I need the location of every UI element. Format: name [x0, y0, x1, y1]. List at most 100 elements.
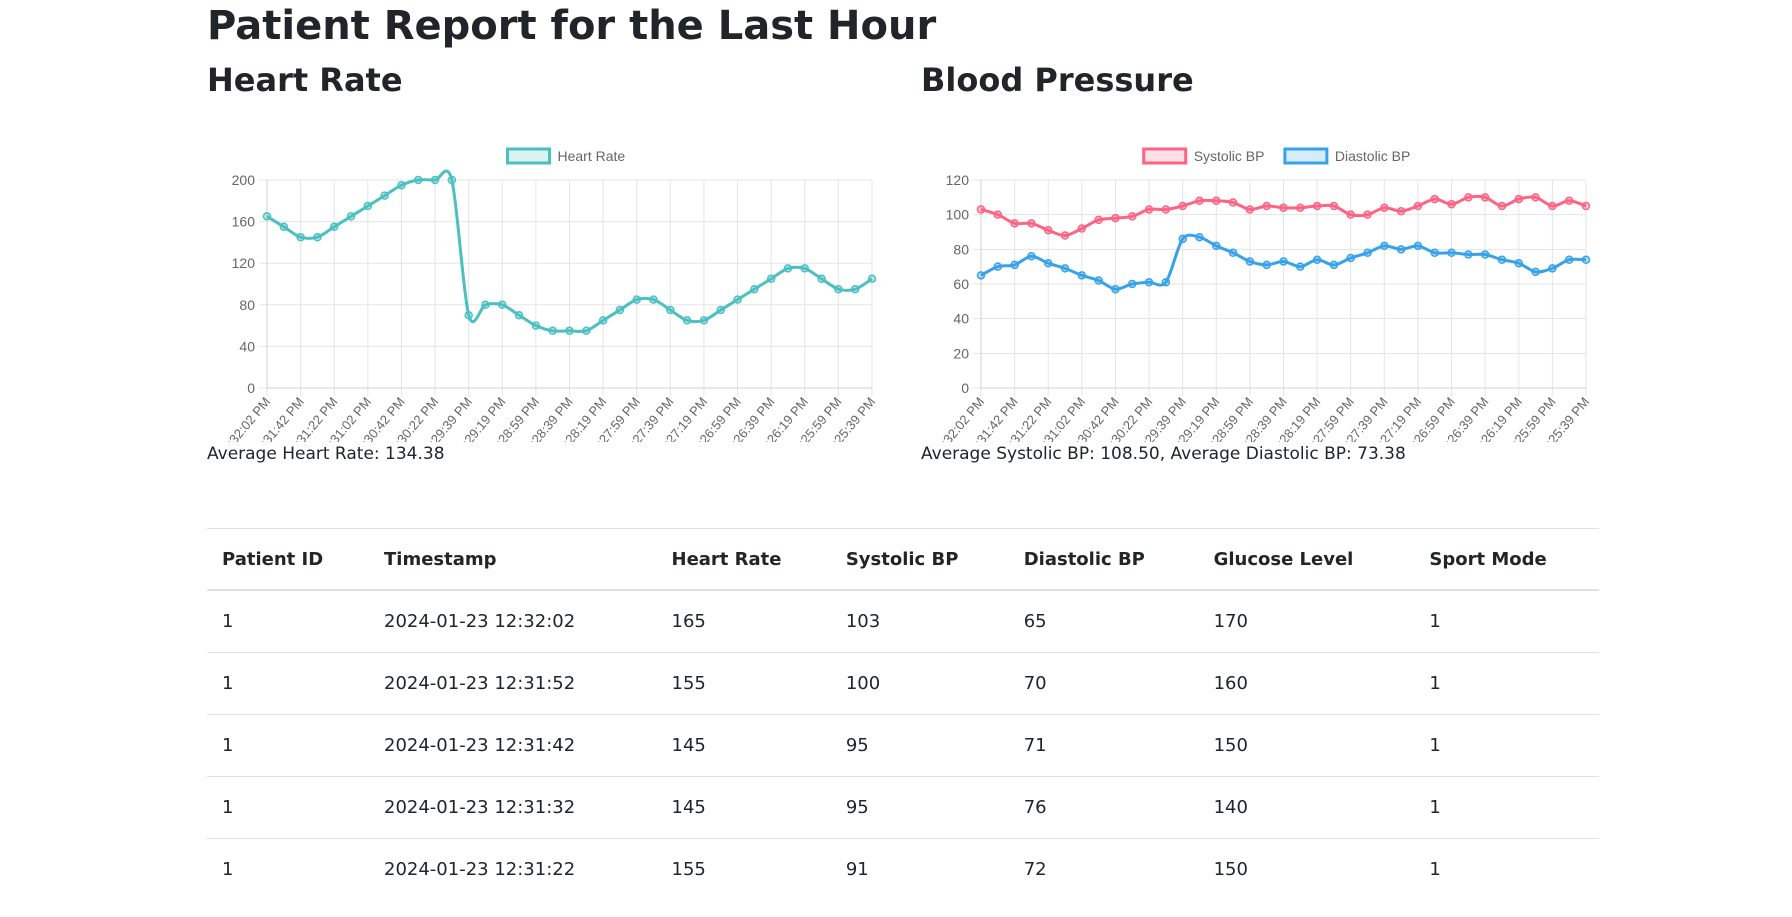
data-point[interactable]: [1228, 248, 1238, 258]
data-point[interactable]: [1212, 196, 1221, 206]
data-point[interactable]: [1262, 260, 1271, 270]
data-point[interactable]: [1531, 193, 1540, 202]
data-point[interactable]: [1548, 201, 1557, 211]
data-point[interactable]: [313, 232, 322, 242]
data-point[interactable]: [279, 222, 289, 232]
data-point[interactable]: [1447, 248, 1456, 258]
data-point[interactable]: [1245, 257, 1255, 266]
data-point[interactable]: [1144, 278, 1154, 287]
data-point[interactable]: [262, 212, 272, 221]
data-point[interactable]: [1497, 201, 1507, 211]
data-point[interactable]: [817, 274, 826, 284]
data-point[interactable]: [1464, 250, 1473, 259]
data-point[interactable]: [481, 300, 490, 310]
data-point[interactable]: [565, 326, 574, 336]
data-point[interactable]: [1548, 264, 1557, 273]
data-point[interactable]: [1161, 205, 1171, 214]
data-point[interactable]: [1144, 205, 1154, 214]
data-point[interactable]: [632, 295, 641, 304]
data-point[interactable]: [430, 175, 440, 185]
data-point[interactable]: [1195, 196, 1204, 206]
data-point[interactable]: [649, 295, 658, 304]
data-point[interactable]: [464, 310, 473, 320]
data-point[interactable]: [1413, 241, 1423, 251]
data-point[interactable]: [447, 175, 457, 185]
data-point[interactable]: [1430, 248, 1439, 258]
data-point[interactable]: [363, 201, 373, 211]
data-point[interactable]: [750, 284, 759, 294]
data-point[interactable]: [834, 284, 843, 294]
data-point[interactable]: [1195, 232, 1204, 242]
data-point[interactable]: [1514, 258, 1524, 268]
data-point[interactable]: [1514, 194, 1524, 204]
data-point[interactable]: [1564, 196, 1574, 206]
data-point[interactable]: [800, 264, 810, 273]
data-point[interactable]: [1245, 205, 1255, 214]
data-point[interactable]: [1212, 241, 1221, 251]
data-point[interactable]: [1396, 245, 1406, 254]
data-point[interactable]: [1581, 201, 1591, 211]
data-point[interactable]: [766, 274, 776, 284]
data-point[interactable]: [1077, 224, 1087, 233]
data-point[interactable]: [1060, 231, 1070, 240]
data-point[interactable]: [1010, 260, 1019, 270]
data-point[interactable]: [1396, 206, 1406, 216]
data-point[interactable]: [1128, 279, 1137, 289]
data-point[interactable]: [976, 205, 986, 214]
data-point[interactable]: [1564, 255, 1574, 264]
data-point[interactable]: [976, 271, 986, 280]
legend-item[interactable]: Systolic BP: [1142, 147, 1265, 165]
data-point[interactable]: [1296, 203, 1305, 212]
data-point[interactable]: [1228, 198, 1238, 207]
data-point[interactable]: [1010, 219, 1019, 228]
data-point[interactable]: [514, 310, 524, 320]
data-point[interactable]: [1312, 201, 1322, 211]
data-point[interactable]: [1161, 278, 1171, 287]
data-point[interactable]: [850, 284, 860, 294]
data-point[interactable]: [346, 212, 356, 221]
data-point[interactable]: [1413, 201, 1423, 211]
data-point[interactable]: [1329, 201, 1339, 211]
data-point[interactable]: [1111, 213, 1120, 223]
data-point[interactable]: [699, 316, 709, 325]
data-point[interactable]: [1128, 212, 1137, 221]
data-point[interactable]: [1497, 255, 1507, 264]
data-point[interactable]: [1043, 258, 1053, 268]
data-point[interactable]: [1178, 234, 1187, 244]
data-point[interactable]: [1262, 201, 1271, 211]
data-point[interactable]: [1447, 200, 1456, 209]
data-point[interactable]: [397, 180, 406, 190]
data-point[interactable]: [1430, 194, 1439, 204]
data-point[interactable]: [1077, 271, 1087, 280]
data-point[interactable]: [733, 295, 742, 304]
data-point[interactable]: [1531, 267, 1540, 277]
data-point[interactable]: [615, 305, 625, 315]
data-point[interactable]: [1060, 264, 1070, 273]
data-point[interactable]: [1363, 248, 1372, 258]
data-point[interactable]: [531, 321, 541, 330]
data-point[interactable]: [1094, 276, 1103, 285]
data-point[interactable]: [548, 326, 557, 336]
data-point[interactable]: [993, 262, 1003, 271]
data-point[interactable]: [1027, 252, 1036, 261]
data-point[interactable]: [993, 210, 1003, 219]
data-point[interactable]: [867, 274, 877, 284]
data-point[interactable]: [716, 305, 725, 315]
legend-item[interactable]: Heart Rate: [506, 147, 626, 165]
data-point[interactable]: [598, 316, 608, 325]
data-point[interactable]: [1279, 203, 1288, 212]
data-point[interactable]: [1363, 210, 1372, 219]
legend-item[interactable]: Diastolic BP: [1283, 147, 1410, 165]
data-point[interactable]: [783, 264, 793, 273]
data-point[interactable]: [329, 222, 339, 232]
data-point[interactable]: [1279, 257, 1288, 266]
data-point[interactable]: [1380, 203, 1389, 212]
data-point[interactable]: [414, 175, 423, 185]
data-point[interactable]: [1346, 253, 1355, 263]
data-point[interactable]: [666, 305, 675, 315]
data-point[interactable]: [1296, 262, 1305, 271]
data-point[interactable]: [380, 191, 389, 200]
data-point[interactable]: [1329, 260, 1339, 270]
data-point[interactable]: [1480, 193, 1490, 202]
data-point[interactable]: [1111, 284, 1120, 294]
